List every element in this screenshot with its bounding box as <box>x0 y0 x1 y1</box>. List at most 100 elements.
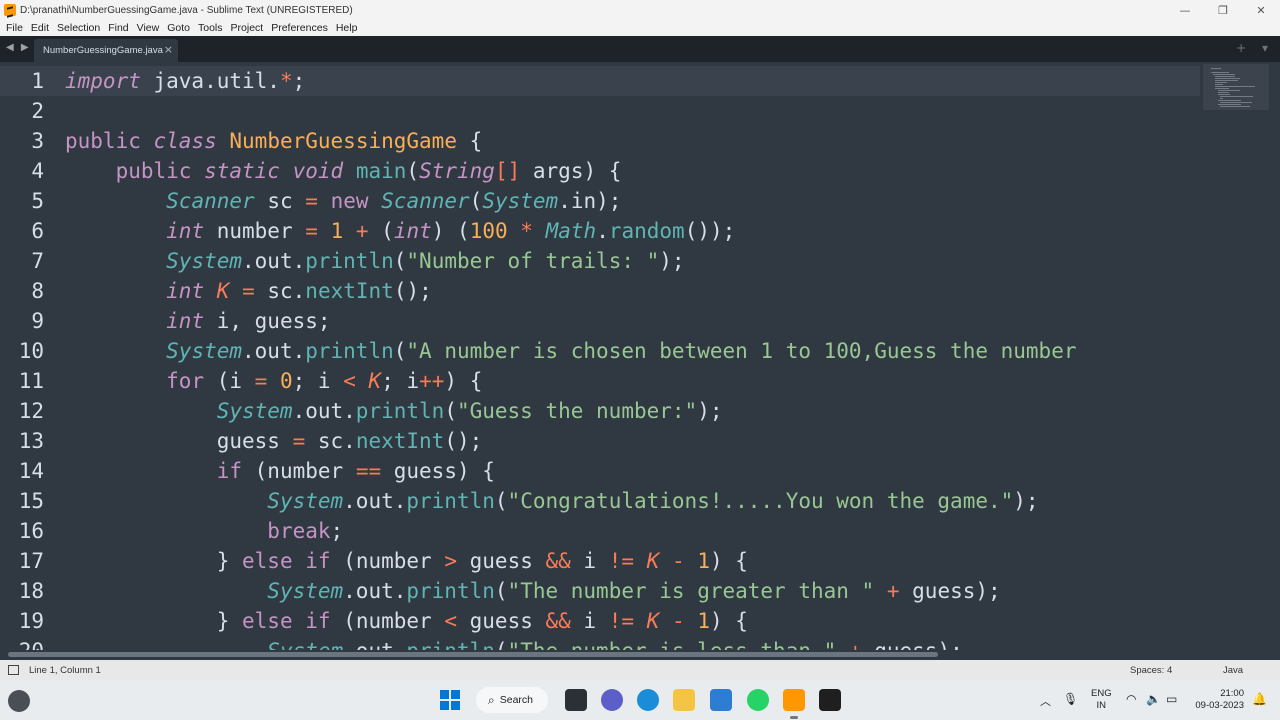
panel-toggle-icon[interactable] <box>8 665 19 675</box>
minimap-line <box>1215 80 1238 81</box>
close-window-button[interactable]: ✕ <box>1242 0 1280 20</box>
menu-preferences[interactable]: Preferences <box>267 22 332 34</box>
code-line[interactable]: System.out.println("Guess the number:"); <box>65 396 1200 426</box>
task-view-icon[interactable] <box>565 689 587 711</box>
window-controls: — ❐ ✕ <box>1166 0 1280 20</box>
line-number: 18 <box>18 579 44 603</box>
line-number: 4 <box>31 159 44 183</box>
teams-chat-icon[interactable] <box>601 689 623 711</box>
horizontal-scrollbar-thumb[interactable] <box>8 652 938 657</box>
line-number: 14 <box>18 459 44 483</box>
status-bar: Line 1, Column 1 Spaces: 4 Java <box>0 660 1280 680</box>
code-line[interactable]: System.out.println("Number of trails: ")… <box>65 246 1200 276</box>
maximize-button[interactable]: ❐ <box>1204 0 1242 20</box>
minimap-line <box>1217 104 1241 105</box>
minimap-line <box>1215 78 1241 79</box>
line-number-gutter: 1234567891011121314151617181920 <box>0 62 54 650</box>
sublime-app-icon <box>4 4 16 16</box>
minimap-line <box>1215 84 1223 85</box>
whatsapp-icon[interactable] <box>747 689 769 711</box>
show-hidden-icons-chevron-icon[interactable]: ︿ <box>1040 693 1051 720</box>
minimize-button[interactable]: — <box>1166 0 1204 20</box>
minimap-line <box>1215 86 1255 87</box>
menu-bar: File Edit Selection Find View Goto Tools… <box>0 20 1280 36</box>
code-line[interactable]: } else if (number > guess && i != K - 1)… <box>65 546 1200 576</box>
code-editor[interactable]: 1234567891011121314151617181920 import j… <box>0 62 1280 650</box>
weather-icon[interactable] <box>8 690 30 712</box>
sublime-text-taskbar-icon[interactable] <box>783 689 805 711</box>
line-number: 11 <box>18 369 44 393</box>
code-line[interactable]: Scanner sc = new Scanner(System.in); <box>65 186 1200 216</box>
code-line[interactable]: System.out.println("The number is less t… <box>65 636 1200 650</box>
minimap-line <box>1213 74 1236 75</box>
menu-project[interactable]: Project <box>227 22 268 34</box>
indentation-setting[interactable]: Spaces: 4 <box>1130 665 1172 676</box>
terminal-icon[interactable] <box>819 689 841 711</box>
menu-find[interactable]: Find <box>104 22 132 34</box>
minimap-line <box>1217 92 1230 93</box>
notifications-icon[interactable]: 🔔 <box>1252 692 1267 720</box>
new-tab-icon[interactable]: + ▾ <box>1236 41 1274 55</box>
menu-view[interactable]: View <box>133 22 164 34</box>
search-icon: ⌕ <box>488 692 495 707</box>
code-line[interactable]: public class NumberGuessingGame { <box>65 126 1200 156</box>
menu-edit[interactable]: Edit <box>27 22 53 34</box>
file-explorer-icon[interactable] <box>673 689 695 711</box>
windows-start-icon[interactable] <box>439 689 461 711</box>
minimap-line <box>1215 82 1227 83</box>
clock-date: 09-03-2023 <box>1195 700 1244 711</box>
tab-nav-arrows-icon[interactable]: ◀ ▶ <box>6 42 31 53</box>
code-line[interactable]: int number = 1 + (int) (100 * Math.rando… <box>65 216 1200 246</box>
syntax-setting[interactable]: Java <box>1223 665 1243 676</box>
clock[interactable]: 21:00 09-03-2023 <box>1192 688 1244 720</box>
minimap-line <box>1217 94 1230 95</box>
battery-icon[interactable]: ▭ <box>1166 692 1177 720</box>
code-area[interactable]: import java.util.*; public class NumberG… <box>65 66 1200 650</box>
code-line[interactable]: } else if (number < guess && i != K - 1)… <box>65 606 1200 636</box>
tab-number-guessing-game[interactable]: NumberGuessingGame.java × <box>34 39 178 62</box>
window-title: D:\pranathi\NumberGuessingGame.java - Su… <box>20 4 353 16</box>
minimap[interactable] <box>1203 62 1269 650</box>
code-line[interactable]: public static void main(String[] args) { <box>65 156 1200 186</box>
minimap-line <box>1217 90 1240 91</box>
language-indicator[interactable]: ENG IN <box>1091 688 1112 720</box>
code-line[interactable]: System.out.println("Congratulations!....… <box>65 486 1200 516</box>
microphone-icon[interactable]: 🎙 <box>1063 692 1078 720</box>
horizontal-scrollbar[interactable] <box>0 652 1280 658</box>
line-number: 6 <box>31 219 44 243</box>
code-line[interactable] <box>65 96 1200 126</box>
menu-goto[interactable]: Goto <box>163 22 194 34</box>
code-line[interactable]: System.out.println("The number is greate… <box>65 576 1200 606</box>
search-label: Search <box>499 694 534 706</box>
minimap-line <box>1211 72 1230 73</box>
menu-file[interactable]: File <box>2 22 27 34</box>
minimap-line <box>1215 76 1236 77</box>
code-line[interactable]: import java.util.*; <box>65 66 1200 96</box>
code-line[interactable]: int i, guess; <box>65 306 1200 336</box>
clock-time: 21:00 <box>1220 688 1244 699</box>
volume-icon[interactable]: 🔈 <box>1146 692 1161 720</box>
code-line[interactable]: int K = sc.nextInt(); <box>65 276 1200 306</box>
line-number: 9 <box>31 309 44 333</box>
code-line[interactable]: if (number == guess) { <box>65 456 1200 486</box>
tab-close-icon[interactable]: × <box>164 43 173 56</box>
mail-icon[interactable] <box>710 689 732 711</box>
code-line[interactable]: System.out.println("A number is chosen b… <box>65 336 1200 366</box>
wifi-icon[interactable]: ◠ <box>1126 692 1136 720</box>
minimap-line <box>1211 68 1222 69</box>
minimap-line <box>1219 98 1224 99</box>
code-line[interactable]: break; <box>65 516 1200 546</box>
line-number: 1 <box>31 69 44 93</box>
minimap-line <box>1219 106 1251 107</box>
taskbar-search[interactable]: ⌕ Search <box>476 687 548 713</box>
code-line[interactable]: guess = sc.nextInt(); <box>65 426 1200 456</box>
menu-tools[interactable]: Tools <box>194 22 227 34</box>
line-number: 12 <box>18 399 44 423</box>
code-line[interactable]: for (i = 0; i < K; i++) { <box>65 366 1200 396</box>
menu-selection[interactable]: Selection <box>53 22 104 34</box>
vertical-scrollbar[interactable] <box>1270 62 1280 650</box>
menu-help[interactable]: Help <box>332 22 362 34</box>
edge-browser-icon[interactable] <box>637 689 659 711</box>
line-number: 19 <box>18 609 44 633</box>
line-number: 16 <box>18 519 44 543</box>
